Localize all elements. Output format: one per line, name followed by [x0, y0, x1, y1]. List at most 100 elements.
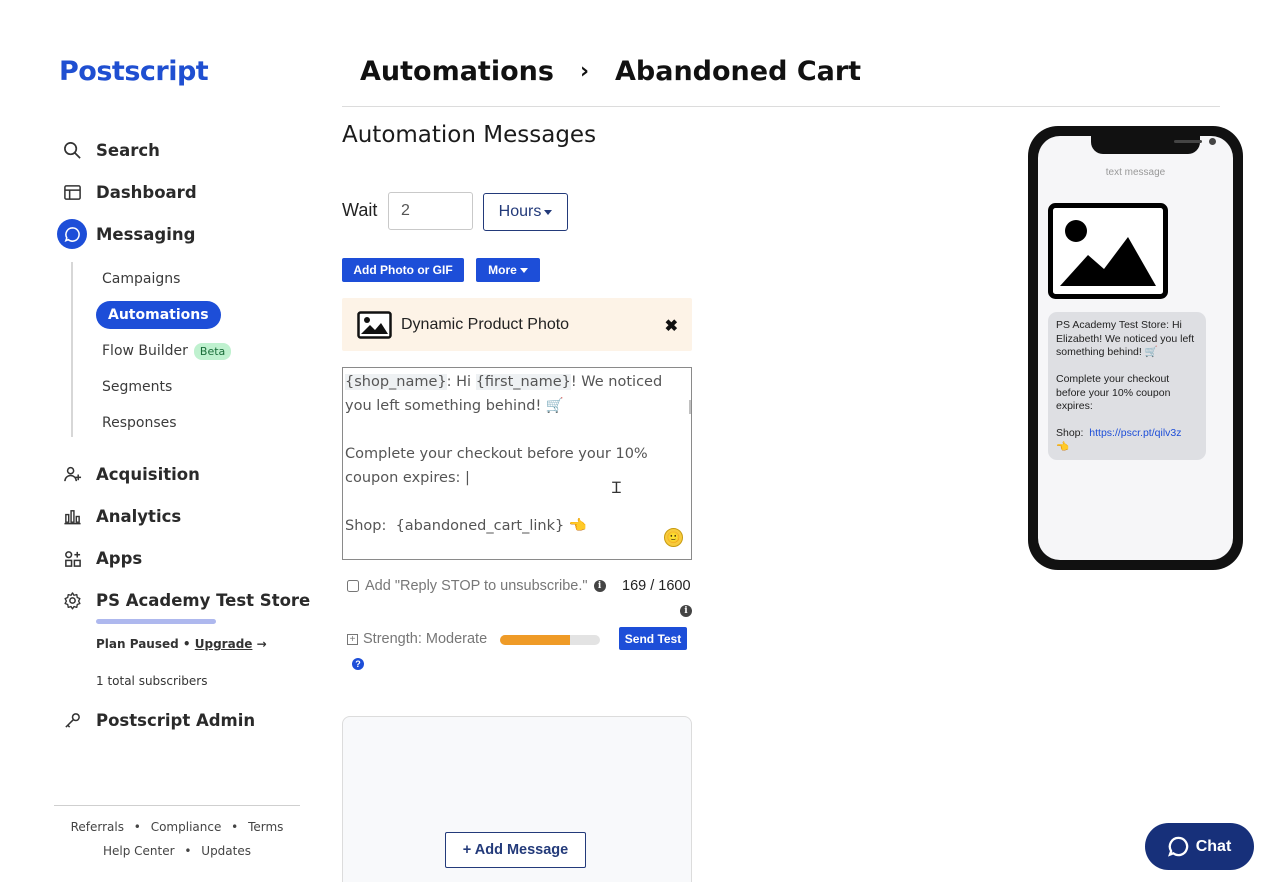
expand-icon: +	[347, 633, 358, 645]
header-divider	[342, 106, 1220, 107]
message-textarea[interactable]: {shop_name}: Hi {first_name}! We noticed…	[342, 367, 692, 560]
wait-unit-dropdown[interactable]: Hours	[483, 193, 568, 231]
message-text-1: : Hi	[446, 374, 476, 390]
first-name-token: {first_name}	[475, 374, 571, 390]
close-icon[interactable]: ✖	[665, 316, 678, 336]
image-icon	[357, 310, 392, 339]
nav-search-label: Search	[96, 140, 160, 160]
caret-down-icon	[519, 267, 528, 273]
message-text-2: ! We noticed you left something behind! …	[345, 374, 663, 534]
subnav-campaigns[interactable]: Campaigns	[102, 265, 180, 293]
store-name: PS Academy Test Store	[96, 590, 311, 610]
dynamic-photo-card: Dynamic Product Photo ✖	[342, 298, 692, 351]
message-bubble-icon	[57, 219, 87, 249]
caret-down-icon	[544, 209, 553, 215]
terms-link[interactable]: Terms	[248, 820, 283, 834]
wait-unit-label: Hours	[498, 203, 542, 220]
info-icon[interactable]: i	[593, 580, 606, 592]
plan-status-text: Plan Paused •	[96, 637, 191, 651]
textarea-scrollbar[interactable]	[689, 400, 691, 414]
wait-label: Wait	[342, 200, 378, 220]
updates-link[interactable]: Updates	[201, 844, 251, 858]
nav-acquisition-label: Acquisition	[96, 464, 200, 484]
chat-label: Chat	[1195, 837, 1232, 855]
dashboard-icon	[57, 177, 87, 207]
nav-dashboard-label: Dashboard	[96, 182, 197, 202]
nav-apps[interactable]: Apps	[57, 543, 142, 573]
footer-links-row-1: Referrals • Compliance • Terms	[54, 820, 300, 834]
strength-bar	[500, 635, 600, 645]
referrals-link[interactable]: Referrals	[71, 820, 124, 834]
chat-button[interactable]: Chat	[1145, 823, 1254, 870]
nav-messaging[interactable]: Messaging	[57, 219, 195, 249]
separator-dot: •	[231, 820, 239, 834]
subscriber-count: 1 total subscribers	[96, 674, 208, 688]
bubble-link[interactable]: https://pscr.pt/qilv3z	[1089, 427, 1181, 439]
subnav-segments[interactable]: Segments	[102, 373, 172, 401]
footer-links-row-2: Help Center • Updates	[54, 844, 300, 858]
postscript-logo[interactable]: Postscript	[59, 56, 209, 87]
add-message-button[interactable]: + Add Message	[445, 832, 586, 868]
nav-admin-label: Postscript Admin	[96, 710, 256, 730]
reply-stop-checkbox[interactable]	[347, 580, 359, 592]
subnav-responses[interactable]: Responses	[102, 409, 177, 437]
sidebar: Postscript Search Dashboard Messaging Ca…	[0, 0, 320, 882]
breadcrumb-automations[interactable]: Automations	[360, 56, 554, 87]
phone-screen: text message PS Academy Test Store: Hi E…	[1038, 136, 1233, 560]
more-dropdown-button[interactable]: More	[476, 258, 540, 282]
dynamic-photo-label: Dynamic Product Photo	[401, 315, 570, 333]
separator-dot: •	[133, 820, 141, 834]
preview-label: text message	[1105, 167, 1166, 178]
page-title: Abandoned Cart	[615, 56, 862, 87]
nav-search[interactable]: Search	[57, 135, 160, 165]
search-icon	[57, 135, 87, 165]
key-icon	[57, 705, 87, 735]
help-center-link[interactable]: Help Center	[103, 844, 175, 858]
apps-icon	[57, 543, 87, 573]
beta-badge: Beta	[193, 342, 232, 360]
image-placeholder-icon	[1048, 203, 1168, 299]
nav-store-settings[interactable]: PS Academy Test Store	[57, 585, 310, 615]
section-title: Automation Messages	[342, 122, 597, 148]
compliance-link[interactable]: Compliance	[151, 820, 222, 834]
upgrade-link[interactable]: Upgrade	[195, 637, 253, 651]
send-test-button[interactable]: Send Test	[619, 627, 687, 650]
help-icon[interactable]: ?	[352, 658, 364, 670]
emoji-picker-icon[interactable]: 🙂	[664, 528, 683, 547]
info-icon[interactable]: i	[680, 605, 692, 617]
nav-apps-label: Apps	[96, 548, 143, 568]
subnav-automations[interactable]: Automations	[96, 301, 221, 329]
nav-acquisition[interactable]: Acquisition	[57, 459, 200, 489]
phone-preview: text message PS Academy Test Store: Hi E…	[1028, 126, 1243, 570]
reply-stop-option[interactable]: Add "Reply STOP to unsubscribe." i	[347, 578, 606, 594]
add-user-icon	[57, 459, 87, 489]
phone-speaker	[1174, 140, 1202, 143]
nav-analytics[interactable]: Analytics	[57, 501, 181, 531]
chat-bubble-icon	[1167, 836, 1188, 857]
character-counter: 169 / 1600	[622, 578, 691, 594]
reply-stop-label: Add "Reply STOP to unsubscribe."	[365, 578, 588, 594]
subnav-flow-builder[interactable]: Flow Builder Beta	[102, 337, 232, 365]
gear-icon	[57, 585, 87, 615]
wait-amount-input[interactable]	[388, 192, 473, 230]
nav-postscript-admin[interactable]: Postscript Admin	[57, 705, 255, 735]
breadcrumb: Automations › Abandoned Cart	[360, 56, 861, 87]
sidebar-divider	[54, 805, 300, 806]
separator-dot: •	[184, 844, 192, 858]
bubble-text: PS Academy Test Store: Hi Elizabeth! We …	[1056, 319, 1195, 439]
chevron-right-icon: ›	[579, 59, 590, 84]
plan-status: Plan Paused • Upgrade →	[96, 637, 267, 651]
store-progress-bar	[96, 619, 216, 624]
bubble-end: 👈	[1056, 440, 1070, 453]
add-photo-button[interactable]: Add Photo or GIF	[342, 258, 464, 282]
bar-chart-icon	[57, 501, 87, 531]
more-label: More	[488, 263, 517, 277]
nav-dashboard[interactable]: Dashboard	[57, 177, 197, 207]
shop-name-token: {shop_name}	[345, 374, 447, 390]
nav-analytics-label: Analytics	[96, 506, 182, 526]
strength-indicator[interactable]: + Strength: Moderate	[347, 631, 487, 647]
sms-preview-bubble: PS Academy Test Store: Hi Elizabeth! We …	[1048, 312, 1206, 460]
text-cursor-icon: Ɪ	[612, 480, 621, 497]
phone-camera	[1209, 138, 1216, 145]
arrow-right-icon: →	[256, 637, 267, 651]
